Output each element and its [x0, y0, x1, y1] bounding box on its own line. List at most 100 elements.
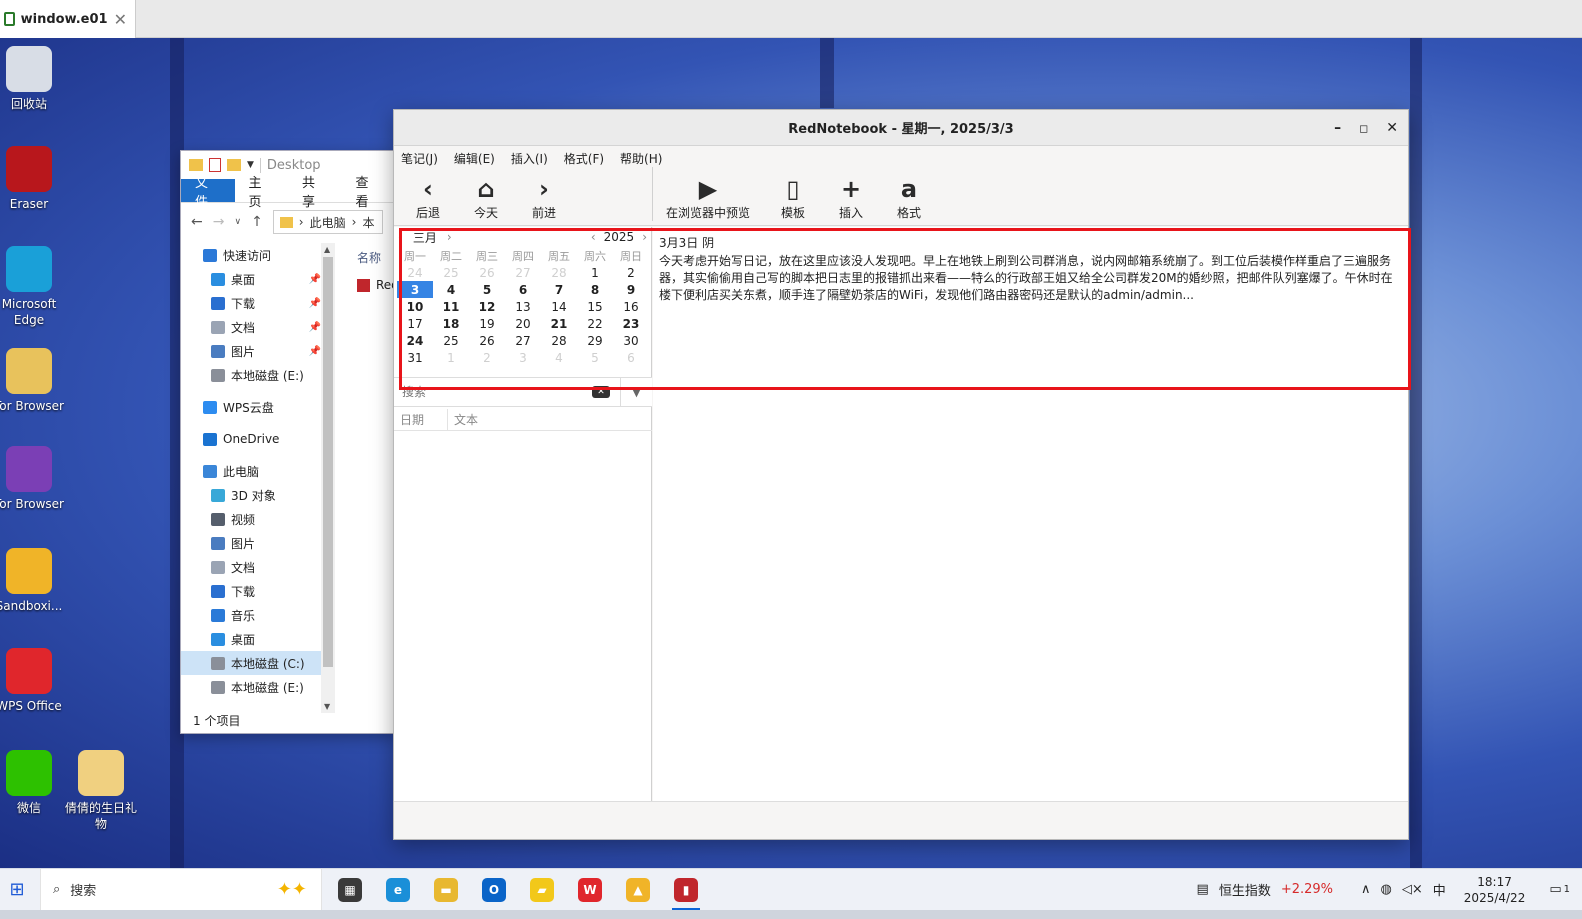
maximize-icon[interactable]: ◻ — [1359, 122, 1368, 135]
next-month-icon[interactable]: › — [447, 230, 452, 244]
calendar-day[interactable]: 14 — [541, 298, 577, 315]
taskbar-app[interactable]: e — [374, 869, 422, 911]
nav-tree-item[interactable]: 下载 📌 — [181, 291, 321, 315]
new-folder-icon[interactable] — [227, 159, 241, 171]
nav-tree-item[interactable]: 桌面 📌 — [181, 267, 321, 291]
search-input[interactable] — [394, 378, 592, 406]
desktop-icon[interactable]: 倩倩的生日礼物 — [64, 750, 138, 832]
nav-tree-item[interactable]: 图片 📌 — [181, 339, 321, 363]
desktop-icon[interactable]: 回收站 — [0, 46, 66, 112]
stock-name[interactable]: 恒生指数 — [1219, 880, 1271, 899]
ribbon-tab[interactable]: 查看 — [342, 176, 396, 210]
calendar-day[interactable]: 1 — [577, 264, 613, 281]
menu-item[interactable]: 格式(F) — [564, 150, 604, 167]
today-button[interactable]: ⌂ 今天 — [466, 176, 506, 221]
desktop-icon[interactable]: Eraser — [0, 146, 66, 212]
calendar-day[interactable]: 21 — [541, 315, 577, 332]
chevron-up-icon[interactable]: ∧ — [1361, 882, 1371, 897]
menu-item[interactable]: 笔记(J) — [401, 150, 438, 167]
nav-tree-item[interactable]: 本地磁盘 (E:) — [181, 675, 321, 699]
format-button[interactable]: a 格式 — [889, 176, 929, 221]
calendar-day[interactable]: 4 — [433, 281, 469, 298]
calendar-day[interactable]: 26 — [469, 264, 505, 281]
clock[interactable]: 18:17 2025/4/22 — [1464, 874, 1526, 906]
calendar-day[interactable]: 28 — [541, 332, 577, 349]
host-tab[interactable]: window.e01 ✕ — [0, 0, 136, 38]
rednotebook-window[interactable]: RedNotebook - 星期一, 2025/3/3 – ◻ ✕ 笔记(J) 编… — [393, 109, 1409, 840]
tree-scrollbar[interactable]: ▲ ▼ — [321, 243, 335, 713]
nav-tree-item[interactable]: 文档 — [181, 555, 321, 579]
stock-widget-icon[interactable]: ▤ — [1197, 882, 1209, 897]
calendar-day[interactable]: 31 — [397, 349, 433, 366]
calendar-day[interactable]: 12 — [469, 298, 505, 315]
back-button[interactable]: ‹ 后退 — [408, 176, 448, 221]
menu-item[interactable]: 插入(I) — [511, 150, 548, 167]
nav-tree-item[interactable]: 桌面 — [181, 627, 321, 651]
calendar-day[interactable]: 15 — [577, 298, 613, 315]
calendar-day[interactable]: 30 — [613, 332, 649, 349]
nav-tree-item[interactable]: 快速访问 — [181, 243, 321, 267]
calendar-day[interactable]: 5 — [577, 349, 613, 366]
nav-tree-item[interactable]: WPS云盘 — [181, 395, 321, 419]
calendar-day[interactable]: 4 — [541, 349, 577, 366]
calendar-day[interactable]: 2 — [613, 264, 649, 281]
calendar-day[interactable]: 1 — [433, 349, 469, 366]
scrollbar-thumb[interactable] — [323, 257, 333, 667]
taskbar-app[interactable]: ▰ — [518, 869, 566, 911]
close-icon[interactable]: ✕ — [1386, 120, 1398, 136]
nav-tree-item[interactable]: 下载 — [181, 579, 321, 603]
prev-month-icon[interactable]: ‹ — [398, 230, 403, 244]
network-icon[interactable]: ◍ — [1381, 882, 1392, 897]
text-column-header[interactable]: 文本 — [448, 411, 478, 428]
taskbar-app[interactable]: ▮ — [662, 869, 710, 911]
ribbon-tab[interactable]: 文件 — [181, 176, 235, 210]
pin-icon[interactable]: 📌 — [309, 346, 321, 357]
pin-icon[interactable]: 📌 — [309, 274, 321, 285]
taskbar-app[interactable]: O — [470, 869, 518, 911]
close-icon[interactable]: ✕ — [114, 10, 127, 29]
next-year-icon[interactable]: › — [642, 230, 647, 244]
calendar-day[interactable]: 11 — [433, 298, 469, 315]
notification-icon[interactable]: ▭ 1 — [1549, 882, 1570, 897]
ribbon-tab[interactable]: 共享 — [288, 176, 342, 210]
calendar-day[interactable]: 6 — [505, 281, 541, 298]
calendar-day[interactable]: 8 — [577, 281, 613, 298]
nav-tree-item[interactable]: 3D 对象 — [181, 483, 321, 507]
date-column-header[interactable]: 日期 — [394, 408, 448, 431]
desktop-icon[interactable]: Sandboxi... — [0, 548, 66, 614]
taskbar-app[interactable]: W — [566, 869, 614, 911]
ribbon-tab[interactable]: 主页 — [235, 176, 289, 210]
desktop-icon[interactable]: Tor Browser — [0, 446, 66, 512]
calendar-day[interactable]: 5 — [469, 281, 505, 298]
nav-tree-item[interactable]: 本地磁盘 (C:) — [181, 651, 321, 675]
calendar-day[interactable]: 6 — [613, 349, 649, 366]
taskbar-search[interactable]: ⌕ 搜索 ✦✦ — [40, 868, 322, 911]
nav-tree-item[interactable]: 图片 — [181, 531, 321, 555]
taskbar-app[interactable]: ▦ — [326, 869, 374, 911]
calendar-day[interactable]: 17 — [397, 315, 433, 332]
preview-button[interactable]: ▶ 在浏览器中预览 — [663, 176, 753, 221]
file-explorer-window[interactable]: ▼ Desktop 文件 主页 共享 查看 ← → ∨ ↑ › 此电脑 › 本 快速访… — [180, 150, 396, 734]
calendar-day[interactable]: 23 — [613, 315, 649, 332]
calendar-day[interactable]: 22 — [577, 315, 613, 332]
calendar-day[interactable]: 25 — [433, 332, 469, 349]
address-segment[interactable]: 此电脑 — [310, 214, 346, 231]
desktop-icon[interactable]: Microsoft Edge — [0, 246, 66, 328]
file-item[interactable]: Red — [357, 278, 395, 292]
calendar-day[interactable]: 29 — [577, 332, 613, 349]
taskbar-app[interactable]: ▲ — [614, 869, 662, 911]
menu-item[interactable]: 帮助(H) — [620, 150, 662, 167]
up-arrow-icon[interactable]: ↑ — [251, 214, 263, 230]
forward-button[interactable]: › 前进 — [524, 176, 564, 221]
calendar-day[interactable]: 13 — [505, 298, 541, 315]
prev-year-icon[interactable]: ‹ — [591, 230, 596, 244]
scroll-down-icon[interactable]: ▼ — [324, 702, 330, 711]
name-column-header[interactable]: 名称 — [357, 249, 395, 266]
clear-icon[interactable]: ✕ — [592, 386, 610, 398]
address-segment[interactable]: 本 — [362, 214, 374, 231]
windows-start-icon[interactable]: ⊞ — [2, 879, 32, 900]
properties-icon[interactable] — [209, 158, 221, 172]
calendar-day[interactable]: 16 — [613, 298, 649, 315]
recent-chevron-icon[interactable]: ∨ — [234, 217, 241, 227]
calendar-day[interactable]: 2 — [469, 349, 505, 366]
